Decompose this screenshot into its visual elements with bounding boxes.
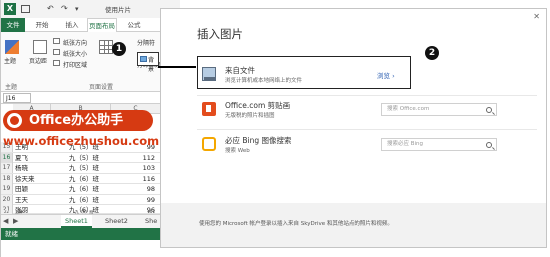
option-description: 无版税的照片和插图 [225, 113, 275, 119]
table-row: 17 杨晓 九（5）班 103 [1, 163, 180, 174]
row-number[interactable]: 18 [1, 173, 13, 184]
theme-button-label[interactable]: 主题 [4, 56, 16, 65]
background-button-label: 背景 [148, 57, 155, 73]
cell-name[interactable]: 王天 [15, 195, 47, 205]
undo-icon[interactable]: ↶ [47, 5, 56, 13]
website-watermark: www.officezhushou.com [3, 134, 160, 148]
ribbon-tabs: 文件 开始 插入 页面布局 公式 [1, 18, 180, 32]
row-number[interactable]: 19 [1, 184, 13, 194]
close-icon[interactable]: ✕ [533, 12, 540, 21]
sheet-tabs-bar: ◀ ▶ Sheet1 Sheet2 She [1, 214, 180, 228]
sheet-prev-icon[interactable]: ◀ [3, 217, 8, 225]
insert-picture-dialog: ✕ 插入图片 来自文件 浏览计算机或本地网络上的文件 浏览 › Office.c… [160, 8, 547, 248]
cell-name[interactable]: 田颖 [15, 184, 47, 194]
redo-icon[interactable]: ↷ [61, 5, 70, 13]
cell-class[interactable]: 九（5）班 [55, 153, 113, 163]
excel-logo: X [4, 3, 16, 15]
theme-icon[interactable] [5, 40, 19, 54]
bing-icon [202, 137, 216, 151]
search-placeholder: 搜索 Office.com [387, 106, 430, 112]
cell-class[interactable]: 九（6）班 [55, 174, 113, 184]
row-number[interactable]: 16 [1, 152, 13, 163]
excel-window: X ↶ ↷ ▾ 使用片片 文件 开始 插入 页面布局 公式 主题 页边距 纸张方… [0, 0, 180, 257]
callout-arrow-line [158, 66, 196, 68]
cell-score[interactable]: 99 [113, 195, 157, 205]
group-label-theme: 主题 [5, 84, 18, 91]
table-row: 19 田颖 九（6）班 98 [1, 184, 180, 195]
office-search-input[interactable]: 搜索 Office.com [381, 103, 497, 116]
cell-score[interactable]: 116 [113, 174, 157, 184]
orientation-icon [53, 38, 60, 44]
row-number[interactable]: 20 [1, 194, 13, 205]
tab-formula[interactable]: 公式 [123, 18, 145, 32]
save-icon[interactable] [21, 5, 30, 13]
cell-score[interactable]: 112 [113, 153, 157, 163]
option-office-clipart[interactable]: Office.com 剪贴画 无版税的照片和插图 搜索 Office.com [197, 96, 542, 126]
table-row: 20 王天 九（6）班 99 [1, 194, 180, 205]
option-bing-search[interactable]: 必应 Bing 图像搜索 搜索 Web 搜索必应 Bing [197, 131, 542, 161]
sheet-tab-sheet2[interactable]: Sheet2 [101, 215, 132, 228]
orientation-button[interactable]: 纸张方向 [63, 38, 87, 47]
title-bar: X ↶ ↷ ▾ 使用片片 [1, 0, 180, 18]
tab-page-layout[interactable]: 页面布局 [87, 18, 117, 32]
footer-signin-text[interactable]: 使用您的 Microsoft 帐户登录以插入来自 SkyDrive 和其他站点的… [199, 219, 393, 227]
margin-icon[interactable] [33, 40, 47, 54]
quick-access-menu-icon[interactable]: ▾ [75, 5, 84, 13]
tab-file[interactable]: 文件 [1, 18, 25, 32]
cell-score[interactable]: 98 [113, 184, 157, 194]
paper-size-button[interactable]: 纸张大小 [63, 49, 87, 58]
bing-search-input[interactable]: 搜索必应 Bing [381, 138, 497, 151]
sheet-tab-sheet3[interactable]: She [141, 215, 161, 228]
office-icon [202, 102, 216, 116]
cell-name[interactable]: 夏飞 [15, 153, 47, 163]
window-title: 使用片片 [105, 6, 131, 14]
option-highlight-frame [197, 56, 411, 89]
status-bar: 就绪 [1, 228, 180, 240]
separator-icon [99, 40, 113, 54]
brand-logo-icon [7, 113, 22, 128]
brand-banner: Office办公助手 [3, 110, 153, 131]
name-box[interactable]: J16 [3, 93, 31, 103]
callout-1-badge: 1 [112, 42, 126, 56]
brand-text: Office办公助手 [29, 113, 124, 128]
search-icon[interactable] [486, 142, 492, 148]
tab-insert[interactable]: 插入 [61, 18, 83, 32]
option-title: Office.com 剪贴画 [225, 101, 291, 110]
cell-class[interactable]: 九（6）班 [55, 184, 113, 194]
formula-bar: J16 [1, 92, 180, 104]
divider [197, 129, 537, 130]
table-row: 16 夏飞 九（5）班 112 [1, 152, 180, 163]
table-row: 18 徐天来 九（6）班 116 [1, 173, 180, 184]
separator-button[interactable]: 分隔符 [137, 38, 155, 47]
paper-size-icon [53, 49, 60, 55]
sheet-next-icon[interactable]: ▶ [13, 217, 18, 225]
background-button[interactable]: 背景 [137, 52, 159, 73]
row-number[interactable]: 17 [1, 163, 13, 173]
cell-name[interactable]: 杨晓 [15, 163, 47, 173]
callout-2-badge: 2 [425, 46, 439, 60]
tab-home[interactable]: 开始 [31, 18, 53, 32]
search-icon[interactable] [486, 107, 492, 113]
print-area-icon [53, 60, 60, 66]
cell-name[interactable]: 徐天来 [15, 174, 47, 184]
dialog-title: 插入图片 [197, 27, 243, 41]
margin-button-label[interactable]: 页边距 [29, 56, 47, 65]
cell-score[interactable]: 103 [113, 163, 157, 173]
background-image-icon [140, 56, 147, 62]
dialog-footer: 使用您的 Microsoft 帐户登录以插入来自 SkyDrive 和其他站点的… [161, 203, 546, 247]
option-description: 搜索 Web [225, 148, 250, 154]
print-area-button[interactable]: 打印区域 [63, 60, 87, 69]
search-placeholder: 搜索必应 Bing [387, 141, 424, 147]
sheet-tab-sheet1[interactable]: Sheet1 [61, 215, 92, 228]
group-label-page-setup: 页面设置 [89, 84, 114, 91]
cell-class[interactable]: 九（6）班 [55, 195, 113, 205]
cell-class[interactable]: 九（5）班 [55, 163, 113, 173]
option-title: 必应 Bing 图像搜索 [225, 136, 292, 145]
